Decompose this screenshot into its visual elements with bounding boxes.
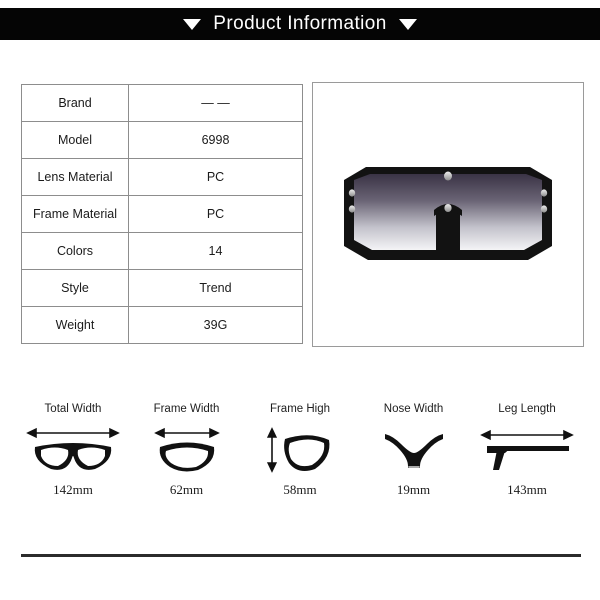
table-row: Weight 39G <box>21 306 303 344</box>
spec-value-model: 6998 <box>128 121 303 159</box>
measurement-nose-width: Nose Width 19mm <box>359 403 469 498</box>
measurement-label: Leg Length <box>498 403 556 415</box>
table-row: Lens Material PC <box>21 158 303 196</box>
measurement-label: Total Width <box>44 403 102 415</box>
table-row: Style Trend <box>21 269 303 307</box>
table-row: Colors 14 <box>21 232 303 270</box>
spec-key-colors: Colors <box>21 232 129 270</box>
spec-value-colors: 14 <box>128 232 303 270</box>
spec-key-lens-material: Lens Material <box>21 158 129 196</box>
measurement-value: 19mm <box>396 482 431 497</box>
spec-value-frame-material: PC <box>128 195 303 233</box>
measurement-value: 143mm <box>507 482 547 497</box>
spec-value-weight: 39G <box>128 306 303 344</box>
measurement-label: Frame Width <box>153 403 220 415</box>
measurement-frame-width: Frame Width 62mm <box>132 403 242 498</box>
measurement-label: Frame High <box>269 403 331 415</box>
measurement-value: 58mm <box>283 482 317 497</box>
spec-key-brand: Brand <box>21 84 129 122</box>
table-row: Model 6998 <box>21 121 303 159</box>
nose-bridge-icon <box>379 424 449 476</box>
product-image-panel <box>312 82 584 347</box>
spec-value-style: Trend <box>128 269 303 307</box>
measurement-total-width: Total Width 142mm <box>18 403 128 498</box>
measurement-label: Nose Width <box>383 403 444 415</box>
single-lens-horizontal-arrow-icon <box>152 424 222 476</box>
temple-arm-horizontal-arrow-icon <box>479 424 575 476</box>
measurement-value: 142mm <box>53 482 93 497</box>
table-row: Brand — — <box>21 84 303 122</box>
spec-value-lens-material: PC <box>128 158 303 196</box>
measurements-row: Total Width 142mm Frame Width 62mm Frame… <box>18 403 582 498</box>
full-frame-horizontal-arrow-icon <box>25 424 121 476</box>
triangle-down-icon-left <box>183 18 202 30</box>
triangle-down-icon-right <box>398 18 417 30</box>
single-lens-vertical-arrow-icon <box>265 424 335 476</box>
measurement-leg-length: Leg Length 143mm <box>472 403 582 498</box>
spec-value-brand: — — <box>128 84 303 122</box>
spec-table-body: Brand — — Model 6998 Lens Material PC Fr… <box>21 84 303 344</box>
table-row: Frame Material PC <box>21 195 303 233</box>
page-title: Product Information <box>213 13 387 34</box>
sunglasses-product-image <box>344 166 552 260</box>
measurement-frame-high: Frame High 58mm <box>245 403 355 498</box>
bottom-divider <box>21 554 581 557</box>
spec-key-frame-material: Frame Material <box>21 195 129 233</box>
spec-key-weight: Weight <box>21 306 129 344</box>
header-bar: Product Information <box>0 8 600 40</box>
specification-table: Brand — — Model 6998 Lens Material PC Fr… <box>21 84 303 344</box>
spec-key-model: Model <box>21 121 129 159</box>
measurement-value: 62mm <box>169 482 204 497</box>
spec-key-style: Style <box>21 269 129 307</box>
